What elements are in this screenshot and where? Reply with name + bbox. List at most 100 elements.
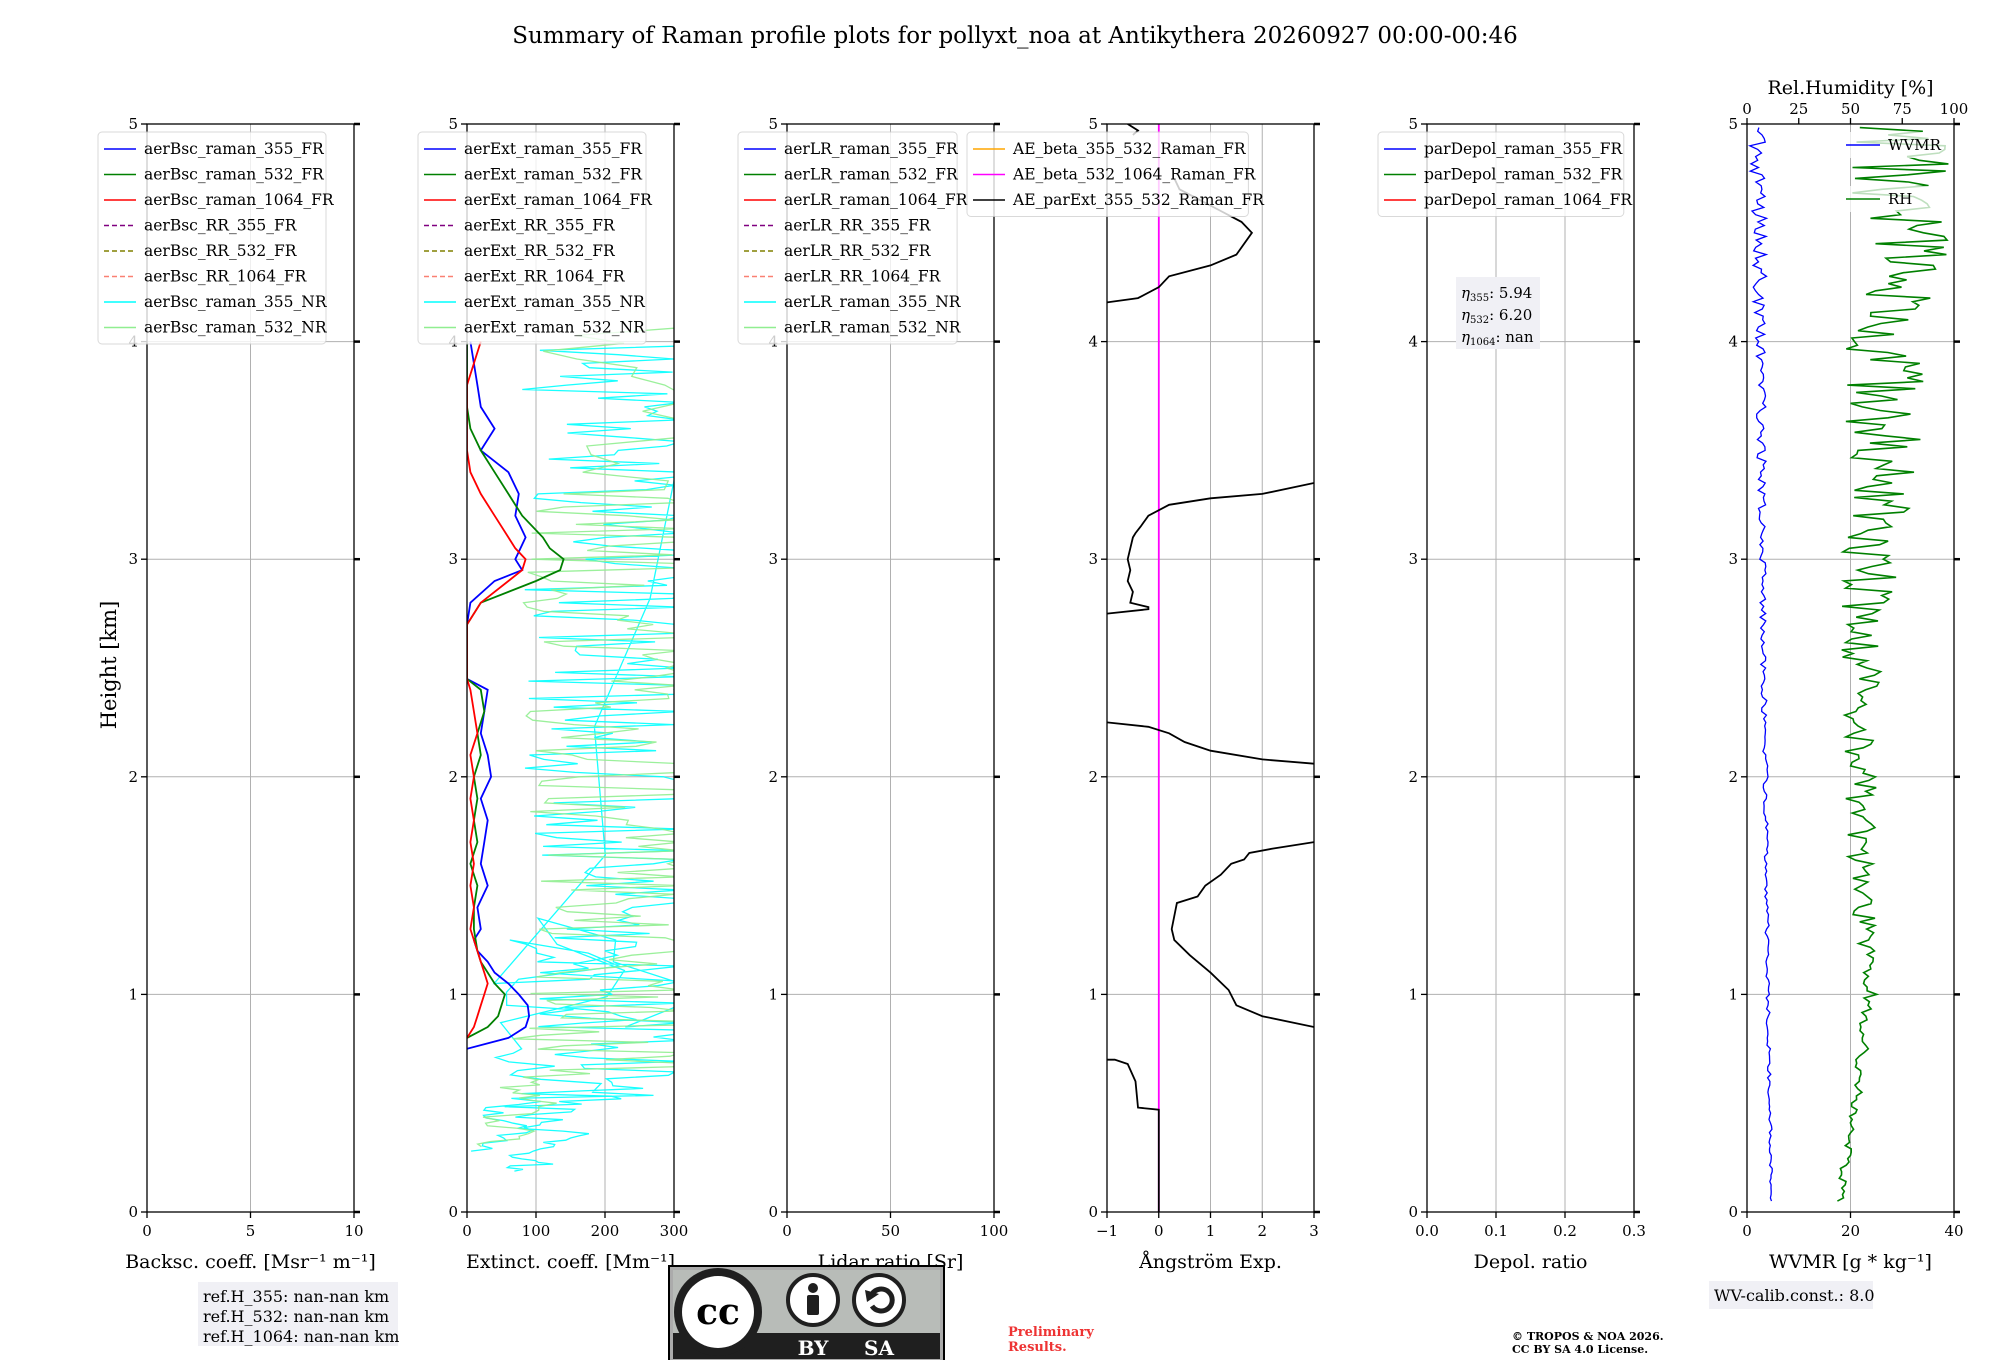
y-axis-label: Height [km] [97, 601, 121, 730]
y-tick-label: 3 [1408, 550, 1418, 568]
y-tick-label: 4 [1728, 333, 1738, 351]
copyright-line2: CC BY SA 4.0 License. [1512, 1343, 1648, 1356]
y-tick-label: 3 [448, 550, 458, 568]
x-tick-label: 40 [1944, 1222, 1963, 1240]
y-tick-label: 1 [448, 985, 458, 1003]
top-x-tick-label: 50 [1841, 100, 1860, 118]
ref-height-532: ref.H_532: nan-nan km [203, 1307, 389, 1326]
wv-calib-box: WV-calib.const.: 8.0 [1709, 1281, 1875, 1309]
legend-label: AE_beta_355_532_Raman_FR [1012, 140, 1247, 158]
x-tick-label: 50 [881, 1222, 900, 1240]
ref-height-1064: ref.H_1064: nan-nan km [203, 1327, 399, 1346]
x-tick-label: 0 [782, 1222, 792, 1240]
panels: 0123450510Backsc. coeff. [Msr⁻¹ m⁻¹]aerB… [97, 77, 1968, 1273]
y-tick-label: 4 [1408, 333, 1418, 351]
top-x-axis-label: Rel.Humidity [%] [1767, 77, 1933, 99]
y-tick-label: 5 [1408, 115, 1418, 133]
x-tick-label: 1 [1206, 1222, 1216, 1240]
y-tick-label: 5 [448, 115, 458, 133]
x-axis-label: WVMR [g * kg⁻¹] [1769, 1251, 1932, 1273]
plot-data-2 [467, 327, 674, 1172]
legend-label: aerExt_RR_355_FR [464, 217, 616, 235]
x-tick-label: 100 [980, 1222, 1009, 1240]
ref-height-355: ref.H_355: nan-nan km [203, 1287, 389, 1306]
y-tick-label: 1 [128, 985, 138, 1003]
legend-label: aerLR_RR_1064_FR [784, 268, 942, 286]
x-tick-label: 200 [591, 1222, 620, 1240]
y-tick-label: 0 [1088, 1203, 1098, 1221]
panel-2: 0123450100200300Extinct. coeff. [Mm⁻¹]ae… [417, 115, 689, 1273]
x-tick-label: −1 [1096, 1222, 1118, 1240]
x-tick-label: 2 [1257, 1222, 1267, 1240]
panel-6: 0123450 20 40WVMR [g * kg⁻¹]0 25 50 75 100Rel.… [1728, 77, 1968, 1273]
by-person-body [807, 1295, 819, 1315]
legend-box [737, 131, 958, 345]
panel-1: 0123450510Backsc. coeff. [Msr⁻¹ m⁻¹]aerB… [97, 115, 376, 1273]
series-AE_parExt_355_532_Raman_FR [1170, 841, 1314, 1028]
y-tick-label: 0 [768, 1203, 778, 1221]
preliminary-label-line1: Preliminary [1008, 1325, 1094, 1340]
y-tick-label: 2 [128, 768, 138, 786]
legend-label: aerExt_raman_355_FR [464, 140, 643, 158]
y-tick-label: 1 [1408, 985, 1418, 1003]
y-tick-label: 2 [1408, 768, 1418, 786]
y-tick-label: 3 [1088, 550, 1098, 568]
legend-label: aerBsc_RR_1064_FR [144, 268, 308, 286]
x-tick-label: 100 [522, 1222, 551, 1240]
legend-label: aerLR_raman_532_FR [784, 166, 959, 184]
legend-label: aerBsc_raman_1064_FR [144, 191, 335, 209]
preliminary-label-line2: Results. [1008, 1340, 1067, 1355]
x-tick-label: 300 [660, 1222, 689, 1240]
wv-calib-const: WV-calib.const.: 8.0 [1714, 1286, 1875, 1305]
legend-label: aerLR_raman_1064_FR [784, 191, 969, 209]
legend-label: WVMR [1888, 136, 1942, 154]
panel-3: 012345050100Lidar ratio [Sr]aerLR_raman_… [737, 115, 1009, 1273]
legend-label: aerBsc_RR_532_FR [144, 242, 298, 260]
y-tick-label: 3 [128, 550, 138, 568]
legend-label: RH [1888, 190, 1912, 208]
x-tick-label: 3 [1309, 1222, 1319, 1240]
x-tick-label: 10 [344, 1222, 363, 1240]
x-tick-label: 5 [246, 1222, 256, 1240]
by-label: BY [798, 1336, 830, 1360]
legend-label: aerExt_raman_1064_FR [464, 191, 653, 209]
legend-label: aerExt_RR_532_FR [464, 242, 616, 260]
y-tick-label: 5 [1088, 115, 1098, 133]
legend-label: aerBsc_raman_355_FR [144, 140, 325, 158]
y-tick-label: 1 [1088, 985, 1098, 1003]
x-tick-label: 0 [1742, 1222, 1752, 1240]
legend-label: parDepol_raman_1064_FR [1424, 191, 1633, 209]
eta-box: η355: 5.94 η532: 6.20 η1064: nan [1456, 277, 1540, 349]
x-tick-label: 20 [1841, 1222, 1860, 1240]
legend-label: aerExt_raman_355_NR [464, 293, 646, 311]
x-tick-label: 0.3 [1622, 1222, 1646, 1240]
y-tick-label: 2 [768, 768, 778, 786]
figure-title: Summary of Raman profile plots for polly… [512, 23, 1518, 49]
legend-label: aerBsc_RR_355_FR [144, 217, 298, 235]
y-tick-label: 5 [768, 115, 778, 133]
y-tick-label: 3 [768, 550, 778, 568]
x-tick-label: 0 [462, 1222, 472, 1240]
by-person-head [808, 1283, 818, 1293]
x-axis-label: Extinct. coeff. [Mm⁻¹] [466, 1251, 675, 1273]
y-tick-label: 1 [768, 985, 778, 1003]
top-x-tick-label: 0 [1742, 100, 1752, 118]
ref-heights-box: ref.H_355: nan-nan km ref.H_532: nan-nan… [198, 1282, 399, 1346]
y-tick-label: 0 [128, 1203, 138, 1221]
sa-label: SA [864, 1336, 894, 1360]
legend-label: aerLR_raman_355_FR [784, 140, 959, 158]
y-tick-label: 3 [1728, 550, 1738, 568]
x-axis-label: Depol. ratio [1474, 1251, 1588, 1273]
summary-figure: Summary of Raman profile plots for polly… [97, 23, 1968, 1360]
top-x-tick-label: 100 [1940, 100, 1969, 118]
copyright-line1: © TROPOS & NOA 2026. [1512, 1330, 1664, 1343]
y-tick-label: 2 [1728, 768, 1738, 786]
x-axis-label: Ångström Exp. [1138, 1251, 1282, 1273]
legend-label: aerExt_raman_532_FR [464, 166, 643, 184]
series-RH [1837, 126, 1949, 1202]
series-aerExt_raman_1064_FR [467, 341, 527, 1039]
panel-4: 012345−1 0 1 2 3Ångström Exp.AE_beta_355_532… [966, 115, 1320, 1273]
legend-label: aerExt_RR_1064_FR [464, 268, 626, 286]
legend-label: aerLR_RR_355_FR [784, 217, 932, 235]
cc-by-sa-badge: cc BY SA [668, 1265, 945, 1360]
